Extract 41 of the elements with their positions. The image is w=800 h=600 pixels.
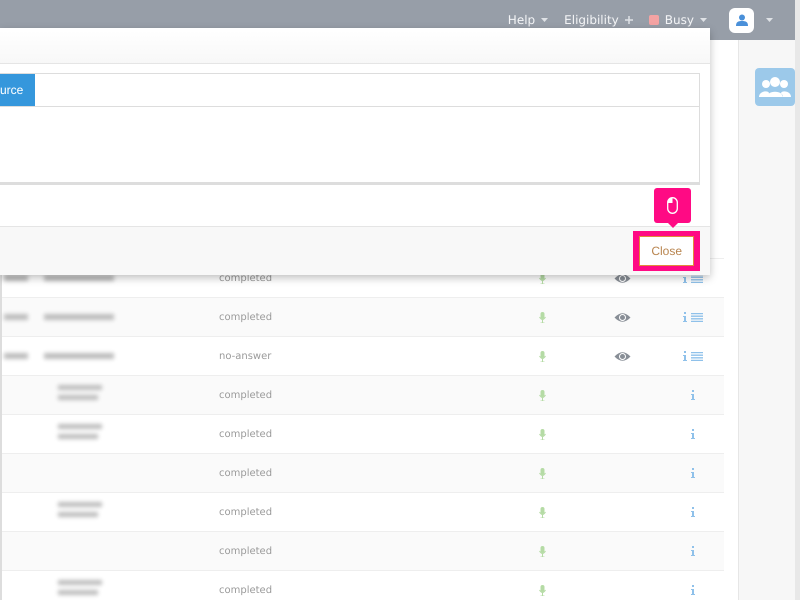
caret-icon [700, 18, 707, 22]
microphone-icon[interactable] [538, 390, 546, 400]
info-icon[interactable] [683, 351, 687, 361]
caret-icon [766, 18, 773, 22]
call-status: completed [218, 312, 274, 322]
list-icon[interactable] [691, 352, 703, 360]
microphone-icon[interactable] [538, 350, 546, 362]
status-menu[interactable]: Busy [648, 13, 707, 27]
call-status: completed [218, 584, 274, 596]
call-status: completed [218, 390, 274, 400]
info-icon[interactable] [691, 507, 695, 517]
microphone-icon[interactable] [538, 428, 546, 440]
team-icon[interactable] [755, 68, 795, 106]
info-icon[interactable] [691, 390, 695, 400]
eye-icon[interactable] [614, 350, 630, 362]
microphone-icon[interactable] [538, 468, 546, 478]
info-icon[interactable] [691, 585, 695, 595]
tab[interactable]: urce [0, 74, 36, 106]
close-button[interactable]: Close [639, 236, 694, 266]
info-icon[interactable] [691, 429, 695, 439]
microphone-icon[interactable] [538, 312, 546, 322]
info-icon[interactable] [691, 468, 695, 478]
plus-icon [624, 16, 633, 24]
microphone-icon[interactable] [538, 506, 546, 518]
info-icon[interactable] [691, 546, 695, 556]
eye-icon[interactable] [614, 312, 630, 322]
caret-icon [541, 18, 548, 22]
call-status: completed [218, 546, 274, 556]
call-status: completed [218, 506, 274, 518]
call-status: completed [218, 428, 274, 440]
call-status: no-answer [218, 350, 272, 362]
menu-item[interactable]: Eligibility [564, 13, 633, 27]
call-status: completed [218, 272, 274, 284]
microphone-icon[interactable] [538, 546, 546, 556]
mouse-icon [667, 197, 678, 214]
user-icon [736, 14, 748, 26]
list-icon[interactable] [691, 312, 703, 322]
call-status: completed [218, 468, 274, 478]
microphone-icon[interactable] [538, 584, 546, 596]
info-icon[interactable] [683, 312, 687, 322]
menu-item[interactable]: Help [508, 13, 548, 27]
